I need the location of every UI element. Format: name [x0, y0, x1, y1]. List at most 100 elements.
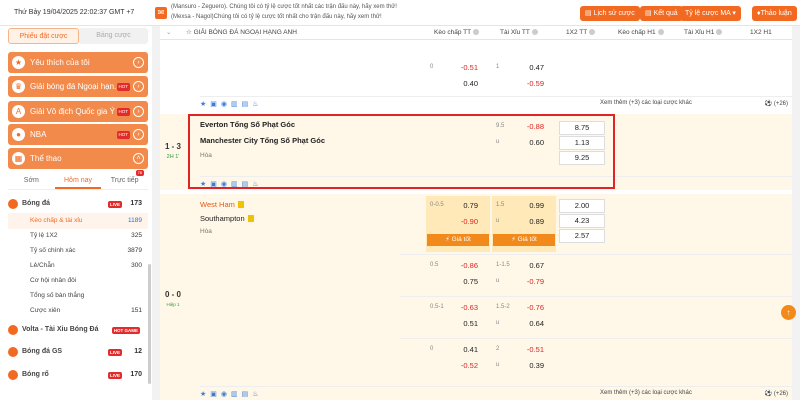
sidebar-item-premier-league[interactable]: ♛ Giải bóng đá Ngoại hạn... HOT ›	[8, 76, 148, 97]
home-team: West Ham	[200, 200, 244, 209]
hot-badge: HOT	[116, 83, 130, 91]
odd-1x2-away[interactable]: 4.23	[559, 214, 605, 228]
odd-handicap-away[interactable]: 0.51	[426, 316, 486, 332]
odd-1x2-draw[interactable]: 2.57	[559, 229, 605, 243]
chevron-down-icon[interactable]: ⌄	[166, 26, 171, 40]
sidebar-sport-basketball[interactable]: Bóng rổ LIVE 170	[8, 367, 148, 383]
odd-handicap-home[interactable]: 0 0.41	[426, 342, 486, 358]
odd-handicap[interactable]: 0 -0.51	[426, 60, 486, 76]
info-icon	[473, 29, 480, 35]
more-markets-button[interactable]: ⚽ (+26)	[765, 390, 788, 397]
odd-handicap-away[interactable]: -0.90	[426, 214, 486, 230]
match1-score-col: 1 - 3 2H 1'	[160, 114, 186, 190]
announcement-icon[interactable]: ✉	[155, 7, 167, 19]
sidebar-sub-odd-even[interactable]: Lẻ/Chẵn 300	[8, 258, 148, 274]
col-handicap-ft: Kèo chấp TT	[434, 26, 480, 40]
sidebar-sub-correct-score[interactable]: Tỷ số chính xác 3879	[8, 243, 148, 259]
match-time: 2H 1'	[166, 154, 180, 160]
football-gs-icon	[8, 347, 18, 357]
sidebar-sub-1x2[interactable]: Tỷ lệ 1X2 325	[8, 228, 148, 244]
tab-bet-slip[interactable]: Phiếu đặt cược	[8, 28, 79, 44]
col-ou-h1: Tài Xỉu H1	[684, 26, 723, 40]
sidebar-sport-football[interactable]: Bóng đá LIVE 173	[8, 196, 148, 212]
odd-under[interactable]: u 0.39	[492, 358, 552, 374]
league-title: ☆ GIẢI BÓNG ĐÁ NGOẠI HẠNG ANH	[186, 29, 297, 36]
sidebar-sub-parlay[interactable]: Cược xiên 151	[8, 303, 148, 319]
odd-over-under[interactable]: 1 0.47	[492, 60, 552, 76]
chevron-right-icon: ›	[133, 129, 144, 140]
sidebar-sub-handicap[interactable]: Kèo chấp & tài xỉu 1189	[8, 213, 148, 229]
match-block-westham: West Ham Southampton Hòa 0-0.5 0.79 -0.90…	[186, 194, 792, 400]
sidebar-item-nba[interactable]: ● NBA HOT ›	[8, 124, 148, 145]
highlight-box	[188, 114, 615, 189]
live-badge: LIVE	[107, 349, 122, 356]
more-bets-link[interactable]: Xem thêm (+3) các loại cược khác	[600, 100, 692, 106]
best-price-button[interactable]: ⚡ Giá tốt	[493, 234, 555, 246]
sidebar: Phiếu đặt cược Bảng cược ★ Yêu thích của…	[0, 26, 152, 400]
hot-game-badge: HOT GAME	[111, 327, 140, 334]
info-icon	[531, 29, 538, 35]
tab-early[interactable]: Sớm	[8, 172, 55, 189]
odd-over[interactable]: 1.5 0.99	[492, 198, 552, 214]
odd-handicap-away[interactable]: 0.75	[426, 274, 486, 290]
lion-icon: ♛	[12, 80, 25, 93]
basketball-icon	[8, 370, 18, 380]
odd-over[interactable]: 1-1.5 0.67	[492, 258, 552, 274]
away-team: Southampton	[200, 214, 254, 223]
serie-a-icon: A	[12, 105, 25, 118]
volta-icon	[8, 325, 18, 335]
col-ou-ft: Tài Xỉu TT	[500, 26, 538, 40]
sidebar-sport-football-gs[interactable]: Bóng đá GS LIVE 12	[8, 344, 148, 360]
more-bets-link[interactable]: Xem thêm (+3) các loại cược khác	[600, 390, 692, 396]
odd-over-under[interactable]: -0.59	[492, 76, 552, 92]
tab-bet-table[interactable]: Bảng cược	[79, 28, 148, 44]
col-1x2-ft: 1X2 TT	[566, 26, 596, 40]
table-header: ⌄ ☆ GIẢI BÓNG ĐÁ NGOẠI HẠNG ANH Kèo chấp…	[160, 26, 792, 40]
live-badge: LIVE	[107, 372, 122, 379]
odds-table: ⌄ ☆ GIẢI BÓNG ĐÁ NGOẠI HẠNG ANH Kèo chấp…	[160, 26, 792, 400]
match2-score-col: 0 - 0 Hiệp 1	[160, 194, 186, 400]
sidebar-sub-double-chance[interactable]: Cơ hội nhân đôi	[8, 273, 148, 289]
chevron-right-icon: ›	[133, 81, 144, 92]
football-icon	[8, 199, 18, 209]
odd-over[interactable]: 1.5-2 -0.76	[492, 300, 552, 316]
history-button[interactable]: ▤ Lịch sử cược	[580, 6, 640, 21]
odd-handicap[interactable]: 0.40	[426, 76, 486, 92]
sidebar-sub-total-goals[interactable]: Tổng số bàn thắng	[8, 288, 148, 304]
sidebar-sport-volta[interactable]: Volta - Tài Xỉu Bóng Đá HOT GAME	[8, 322, 148, 338]
bet-tools-row: ★▣◉▥▤♨ Xem thêm (+3) các loại cược khác …	[200, 96, 792, 110]
results-button[interactable]: ▤ Kết quả	[640, 6, 683, 21]
odd-1x2-home[interactable]: 2.00	[559, 199, 605, 213]
card-icon	[237, 201, 244, 208]
chevron-right-icon: ›	[133, 106, 144, 117]
odd-under[interactable]: u 0.64	[492, 316, 552, 332]
sidebar-item-sports[interactable]: ▦ Thể thao ˄	[8, 148, 148, 169]
datetime: Thứ Bảy 19/04/2025 22:02:37 GMT +7	[14, 9, 135, 16]
odd-handicap-home[interactable]: 0.5-1 -0.63	[426, 300, 486, 316]
info-icon	[589, 29, 596, 35]
discussion-button[interactable]: ♦Thảo luận	[752, 6, 797, 21]
star-icon: ★	[12, 56, 25, 69]
sports-subtabs: Sớm Hôm nay Trực tiếp 78	[8, 170, 148, 190]
card-icon	[247, 215, 254, 222]
odd-handicap-away[interactable]: -0.52	[426, 358, 486, 374]
odd-handicap-home[interactable]: 0-0.5 0.79	[426, 198, 486, 214]
odd-over[interactable]: 2 -0.51	[492, 342, 552, 358]
odd-under[interactable]: u 0.89	[492, 214, 552, 230]
bet-tool-icons[interactable]: ★▣◉▥▤♨	[200, 100, 263, 108]
sidebar-scrollbar[interactable]	[148, 264, 151, 384]
tab-today[interactable]: Hôm nay	[54, 172, 102, 189]
more-markets-button[interactable]: ⚽ (+26)	[765, 100, 788, 107]
scroll-top-button[interactable]: ↑	[781, 305, 796, 320]
odds-type-button[interactable]: Tỷ lệ cược MA ▾	[680, 6, 741, 21]
sidebar-item-serie-a[interactable]: A Giải Vô địch Quốc gia Ý ... HOT ›	[8, 101, 148, 122]
sidebar-item-favorites[interactable]: ★ Yêu thích của tôi ›	[8, 52, 148, 73]
news-ticker: (Mansuro - Zeguero). Chúng tôi có tỷ lệ …	[171, 4, 397, 20]
bet-tool-icons[interactable]: ★▣◉▥▤♨	[200, 390, 263, 398]
odd-handicap-home[interactable]: 0.5 -0.86	[426, 258, 486, 274]
best-price-button[interactable]: ⚡ Giá tốt	[427, 234, 489, 246]
tab-live[interactable]: Trực tiếp 78	[101, 170, 148, 189]
odd-under[interactable]: u -0.79	[492, 274, 552, 290]
top-bar: Thứ Bảy 19/04/2025 22:02:37 GMT +7 ✉ (Ma…	[0, 0, 800, 26]
match-score: 1 - 3	[164, 142, 181, 151]
